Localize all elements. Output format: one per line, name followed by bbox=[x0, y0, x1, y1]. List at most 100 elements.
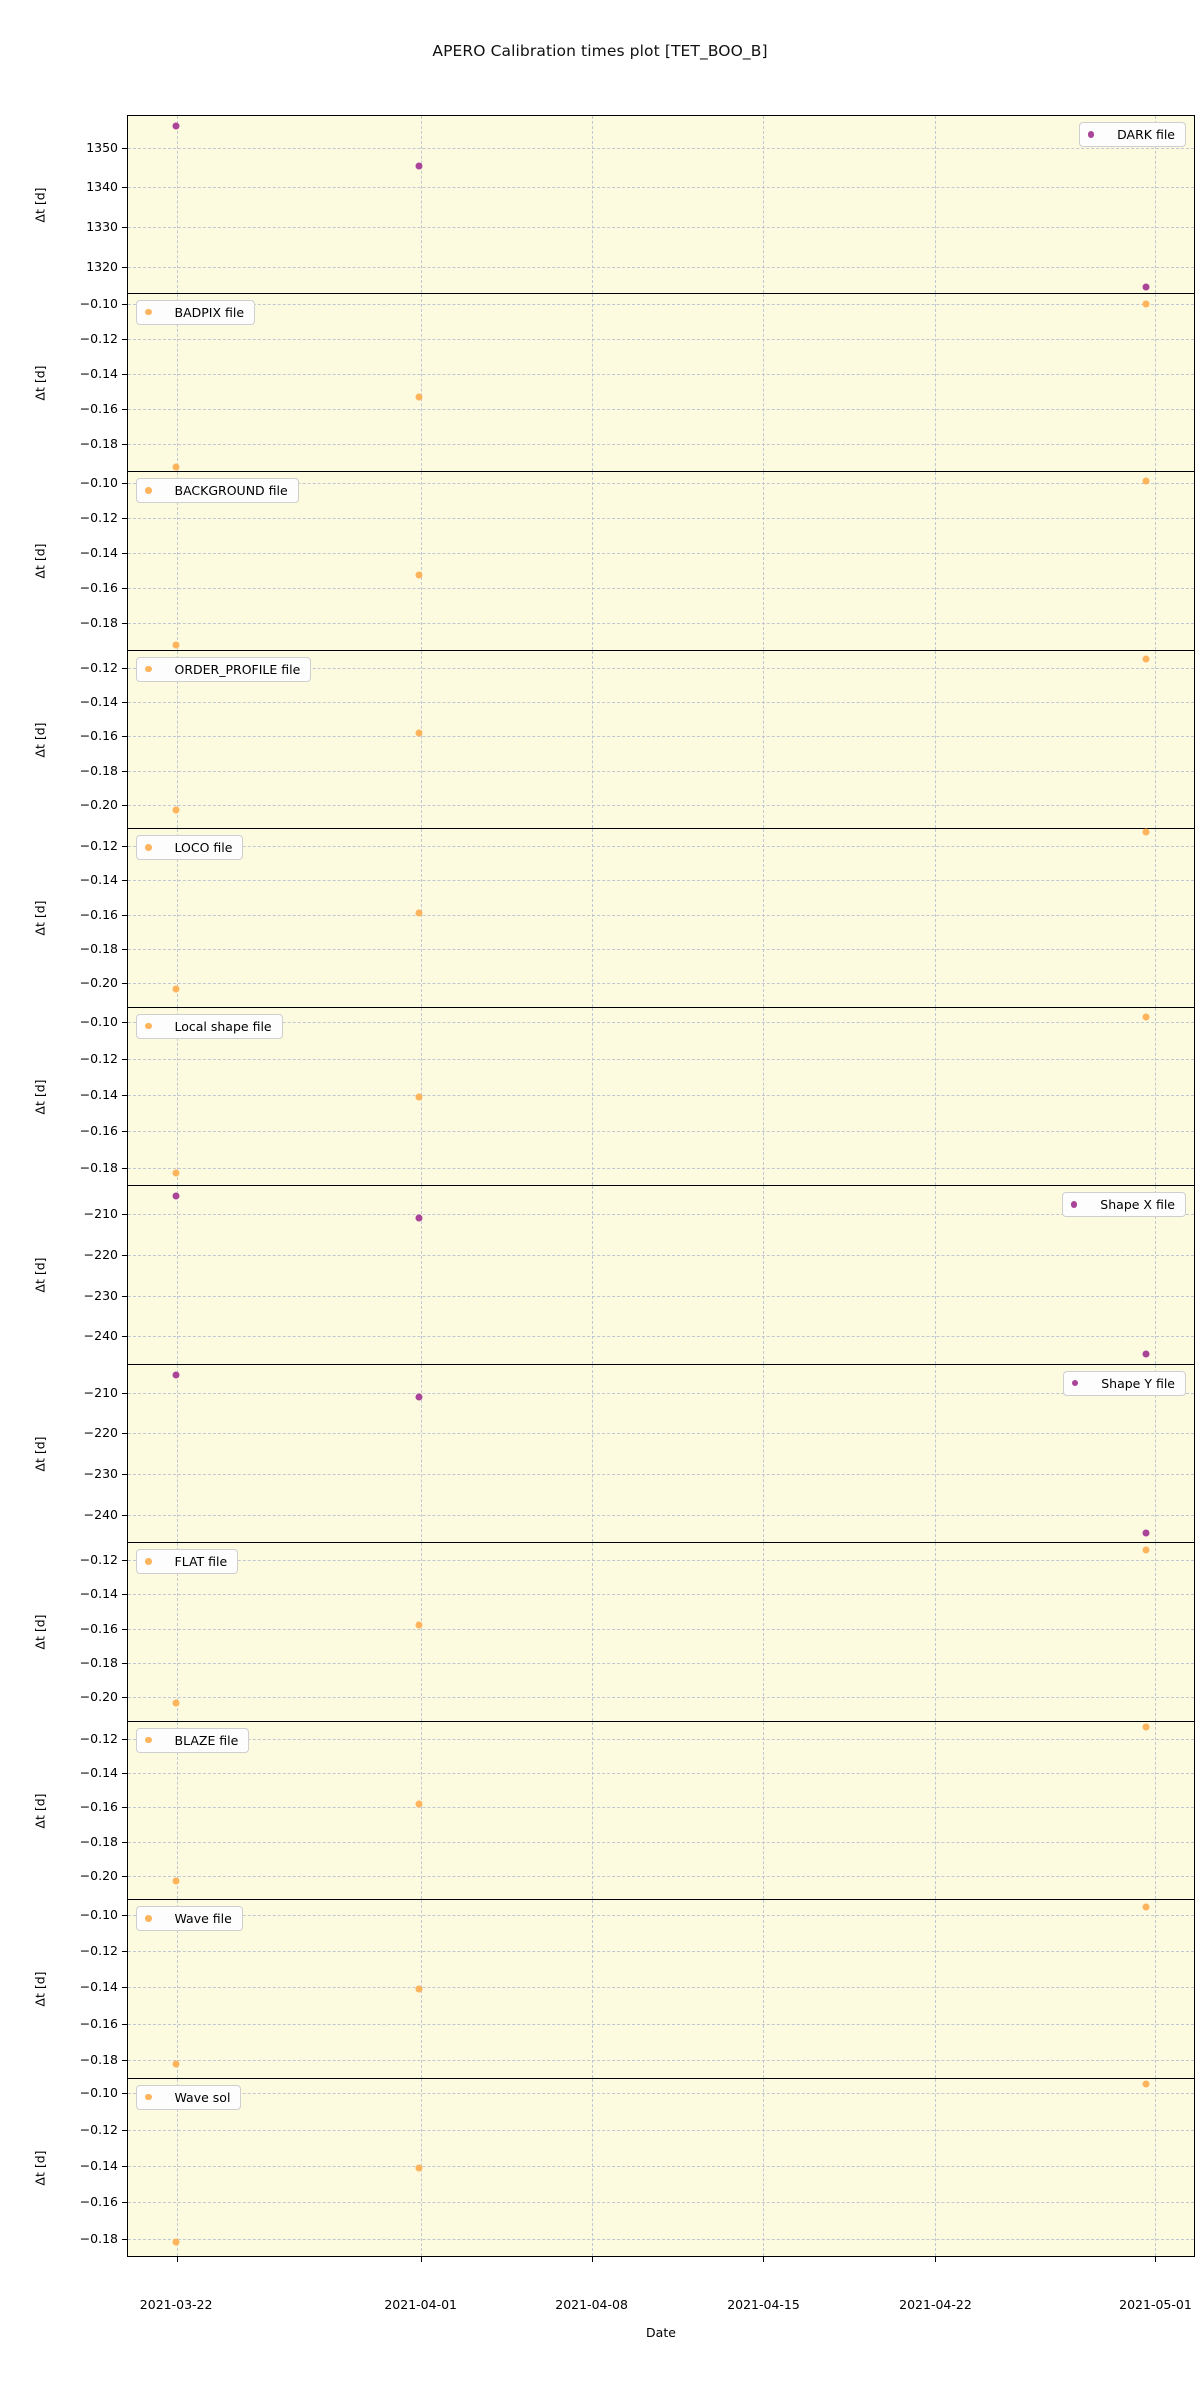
panel-shape-x-file: −210 −220 −230 −240 Δt [d] Shape X file bbox=[33, 1186, 1195, 1365]
y-axis-tick bbox=[122, 444, 128, 445]
legend-label: LOCO file bbox=[174, 840, 233, 855]
data-point bbox=[415, 393, 423, 401]
legend-marker-icon bbox=[145, 2093, 152, 2101]
y-axis-tick-label: −0.18 bbox=[79, 1655, 118, 1671]
gridline-vertical bbox=[1154, 829, 1156, 1007]
y-axis-tick bbox=[122, 701, 128, 703]
data-point bbox=[1142, 655, 1150, 663]
y-axis-tick bbox=[122, 736, 128, 738]
y-axis-tick bbox=[122, 1663, 128, 1665]
legend-label: BLAZE file bbox=[174, 1732, 239, 1748]
data-point bbox=[1142, 1529, 1150, 1537]
y-axis-tick-label: 1320 bbox=[86, 258, 118, 274]
gridline-vertical bbox=[934, 2078, 936, 2256]
y-axis-tick-label: −0.12 bbox=[79, 659, 118, 675]
gridline-horizontal bbox=[128, 622, 1194, 624]
gridline-vertical bbox=[591, 116, 593, 293]
legend-shape-y-file[interactable]: Shape Y file bbox=[1062, 1370, 1186, 1396]
y-axis-tick bbox=[122, 1474, 128, 1476]
gridline-vertical bbox=[934, 1543, 936, 1721]
y-axis-tick bbox=[122, 667, 128, 669]
y-axis-tick bbox=[122, 517, 128, 519]
gridline-horizontal bbox=[128, 147, 1194, 149]
gridline-vertical bbox=[591, 1364, 593, 1542]
gridline-horizontal bbox=[128, 1058, 1194, 1060]
legend-loco-file[interactable]: LOCO file bbox=[136, 835, 244, 860]
panel-blaze-file: −0.12 −0.14 −0.16 −0.18 −0.20 Δt [d] BLAZE fil… bbox=[33, 1721, 1195, 1900]
y-axis-tick-label: −210 bbox=[83, 1384, 118, 1400]
legend-background-file[interactable]: BACKGROUND file bbox=[136, 478, 299, 503]
legend-blaze-file[interactable]: BLAZE file bbox=[136, 1727, 250, 1753]
gridline-horizontal bbox=[128, 1433, 1194, 1435]
gridline-vertical bbox=[763, 1721, 765, 1899]
gridline-horizontal bbox=[128, 444, 1194, 445]
y-axis-tick bbox=[122, 266, 128, 268]
gridline-horizontal bbox=[128, 701, 1194, 703]
gridline-vertical bbox=[934, 472, 936, 650]
data-point bbox=[415, 1800, 423, 1808]
y-axis-label: Δt [d] bbox=[32, 1614, 48, 1650]
gridline-horizontal bbox=[128, 2093, 1194, 2095]
legend-marker-icon bbox=[145, 308, 152, 316]
data-point bbox=[415, 162, 423, 170]
legend-order-profile-file[interactable]: ORDER_PROFILE file bbox=[136, 656, 312, 682]
data-point bbox=[172, 985, 180, 993]
legend-label: FLAT file bbox=[174, 1554, 228, 1569]
legend-wave-file[interactable]: Wave file bbox=[136, 1906, 243, 1931]
data-point bbox=[415, 571, 423, 579]
y-axis-tick-label: −0.12 bbox=[79, 1943, 118, 1958]
legend-label: DARK file bbox=[1117, 127, 1175, 142]
gridline-vertical bbox=[591, 1721, 593, 1899]
y-axis-tick bbox=[122, 622, 128, 624]
legend-marker-icon bbox=[1071, 1379, 1079, 1387]
y-axis-tick-label: −0.14 bbox=[79, 544, 118, 560]
y-axis-tick-label: −0.16 bbox=[79, 728, 118, 744]
gridline-vertical bbox=[934, 829, 936, 1007]
gridline-vertical bbox=[1154, 1900, 1156, 2078]
gridline-vertical bbox=[1154, 1721, 1156, 1899]
data-point bbox=[415, 1393, 423, 1401]
y-axis-tick bbox=[122, 1594, 128, 1596]
gridline-horizontal bbox=[128, 2165, 1194, 2167]
y-axis-tick bbox=[122, 804, 128, 806]
panel-badpix-file: −0.10 −0.12 −0.14 −0.16 −0.18 Δt [d] BADPIX fi… bbox=[33, 293, 1195, 472]
legend-flat-file[interactable]: FLAT file bbox=[136, 1549, 239, 1574]
gridline-vertical bbox=[177, 1364, 179, 1542]
y-axis-tick-label: −0.12 bbox=[79, 1050, 118, 1066]
y-axis-tick-label: −0.14 bbox=[79, 872, 118, 888]
y-axis-tick bbox=[122, 1094, 128, 1096]
legend-label: BACKGROUND file bbox=[174, 483, 288, 498]
y-axis-tick-label: −0.10 bbox=[79, 2085, 118, 2101]
gridline-vertical bbox=[934, 1007, 936, 1185]
y-axis-tick-label: −0.18 bbox=[79, 436, 118, 451]
legend-wave-sol[interactable]: Wave sol bbox=[136, 2084, 242, 2110]
legend-dark-file[interactable]: DARK file bbox=[1078, 122, 1186, 147]
legend-badpix-file[interactable]: BADPIX file bbox=[136, 299, 256, 325]
gridline-vertical bbox=[934, 1721, 936, 1899]
x-axis-tick bbox=[763, 2256, 765, 2262]
y-axis-tick bbox=[122, 1295, 128, 1297]
y-axis-tick-label: −0.12 bbox=[79, 331, 118, 346]
gridline-horizontal bbox=[128, 1514, 1194, 1516]
gridline-horizontal bbox=[128, 880, 1194, 882]
y-axis-label: Δt [d] bbox=[32, 722, 48, 758]
y-axis-tick bbox=[122, 949, 128, 951]
gridline-horizontal bbox=[128, 736, 1194, 738]
x-axis-tick-label: 2021-04-22 bbox=[899, 2297, 972, 2312]
y-axis-tick-label: −0.16 bbox=[79, 1799, 118, 1815]
gridline-vertical bbox=[591, 829, 593, 1007]
data-point bbox=[172, 1877, 180, 1885]
gridline-vertical bbox=[591, 293, 593, 471]
data-point bbox=[1142, 1903, 1150, 1911]
legend-shape-x-file[interactable]: Shape X file bbox=[1061, 1192, 1186, 1217]
data-point bbox=[415, 1093, 423, 1101]
legend-marker-icon bbox=[145, 665, 152, 673]
y-axis-tick bbox=[122, 1392, 128, 1394]
y-axis-tick bbox=[122, 914, 128, 916]
y-axis-tick bbox=[122, 1336, 128, 1338]
gridline-horizontal bbox=[128, 2023, 1194, 2025]
legend-local-shape-file[interactable]: Local shape file bbox=[136, 1013, 283, 1039]
gridline-vertical bbox=[934, 1364, 936, 1542]
x-axis-tick-label: 2021-05-01 bbox=[1119, 2297, 1192, 2312]
y-axis-tick-label: 1330 bbox=[86, 219, 118, 235]
